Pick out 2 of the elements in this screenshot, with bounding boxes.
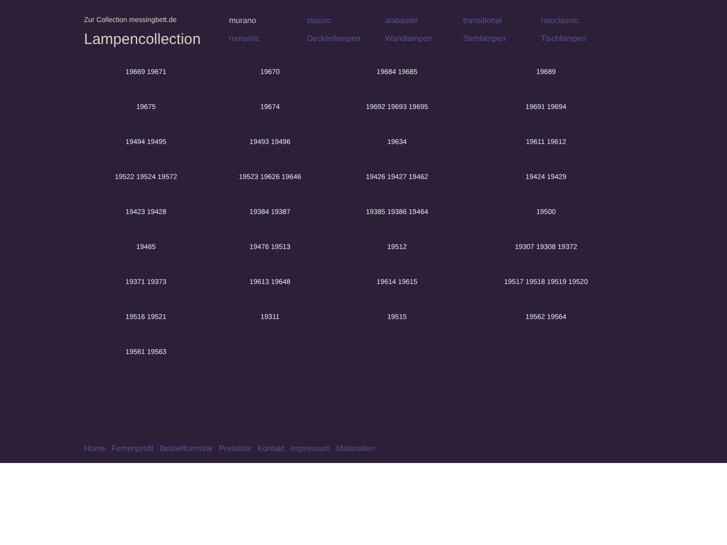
- nav-link[interactable]: murano: [229, 14, 307, 32]
- site-title: Lampencollection: [84, 30, 202, 50]
